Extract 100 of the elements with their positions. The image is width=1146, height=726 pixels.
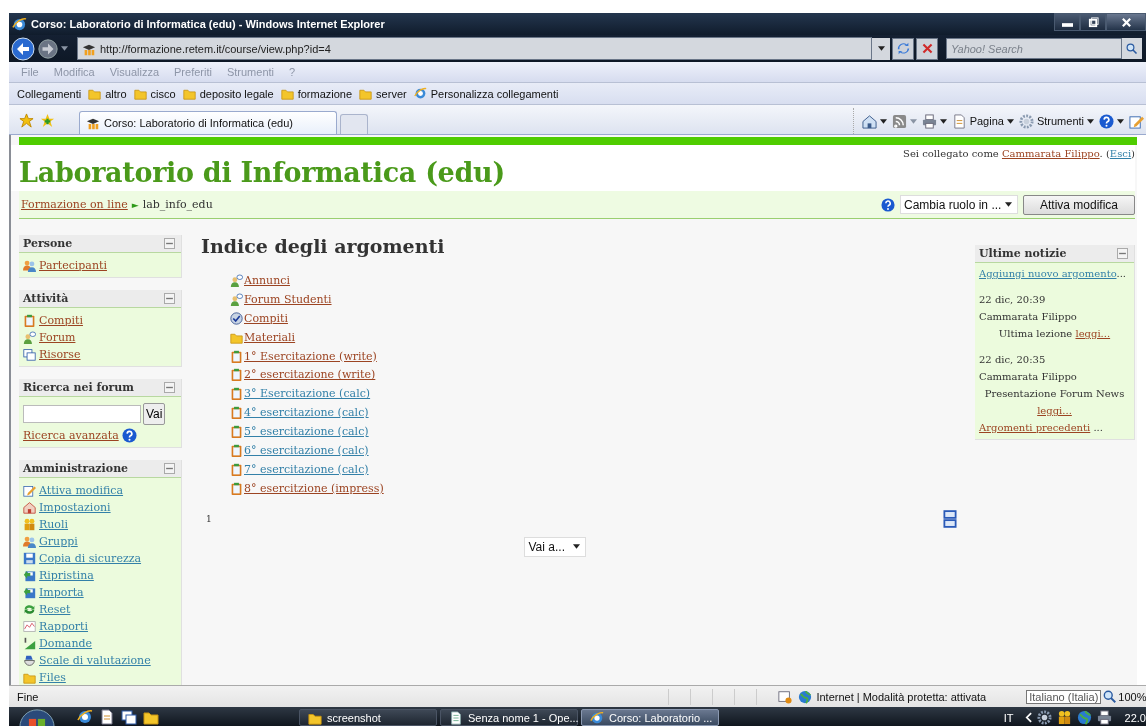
read-more-link[interactable]: leggi...: [1075, 328, 1111, 339]
older-topics-link[interactable]: Argomenti precedenti: [979, 422, 1091, 433]
sidebar-link[interactable]: Scale di valutazione: [39, 654, 151, 667]
toolbar-button[interactable]: Pagina: [951, 113, 1014, 129]
link-item[interactable]: formazione: [280, 87, 353, 100]
caret-icon: [61, 46, 68, 51]
activity-link[interactable]: 2° esercitazione (write): [244, 368, 376, 382]
security-zone[interactable]: Internet | Modalità protetta: attivata: [798, 689, 987, 704]
caret-icon: [909, 118, 917, 124]
sidebar-link[interactable]: Forum: [39, 331, 76, 344]
link-item[interactable]: Personalizza collegamenti: [413, 87, 559, 100]
collapse-button[interactable]: [164, 382, 175, 393]
e-globe-icon[interactable]: [77, 709, 93, 725]
search-input[interactable]: [23, 405, 141, 423]
sidebar-link[interactable]: Rapporti: [39, 620, 88, 633]
activity-link[interactable]: Forum Studenti: [244, 292, 332, 306]
block-title: Persone: [23, 237, 73, 250]
search-field[interactable]: Yahoo! Search: [946, 38, 1122, 59]
language-indicator[interactable]: IT: [1003, 711, 1014, 724]
address-dropdown[interactable]: [872, 37, 890, 60]
jump-dropdown[interactable]: Vai a...: [523, 536, 586, 557]
breadcrumb-link[interactable]: Formazione on line: [21, 198, 128, 211]
link-item[interactable]: cisco: [133, 87, 176, 100]
stop-button[interactable]: [916, 37, 938, 60]
sidebar-link[interactable]: Reset: [39, 603, 71, 616]
user-chat-icon: [230, 273, 243, 287]
course-title: Laboratorio di Informatica (edu): [19, 157, 505, 188]
edit-button[interactable]: Attiva modifica: [1023, 194, 1135, 215]
pages-icon[interactable]: [121, 709, 137, 725]
add-topic-link[interactable]: Aggiungi nuovo argomento: [979, 268, 1117, 279]
print-button[interactable]: [921, 113, 947, 129]
user-link[interactable]: Cammarata Filippo: [1001, 148, 1100, 159]
toolbar-button[interactable]: Strumenti: [1018, 113, 1094, 129]
activity-link[interactable]: 1° Esercitazione (write): [244, 349, 377, 363]
sidebar-link[interactable]: Ruoli: [39, 518, 69, 531]
activity-link[interactable]: 3° Esercitazione (calc): [244, 387, 371, 401]
star-plus-icon[interactable]: [40, 113, 55, 128]
sidebar-link[interactable]: Importa: [39, 586, 84, 599]
home-button[interactable]: [861, 113, 887, 129]
gear-icon[interactable]: [1036, 710, 1052, 725]
figures-icon[interactable]: [1056, 710, 1072, 725]
sidebar-link[interactable]: Attiva modifica: [39, 484, 124, 497]
section-number: 1: [206, 513, 212, 524]
clock[interactable]: 22.0: [1124, 711, 1146, 724]
page-icon[interactable]: [99, 709, 115, 725]
activity-link[interactable]: Annunci: [244, 273, 290, 287]
sidebar-link[interactable]: Gruppi: [39, 535, 78, 548]
sidebar-link[interactable]: Domande: [39, 637, 93, 650]
sidebar-link[interactable]: Partecipanti: [39, 259, 107, 272]
collapse-button[interactable]: [1117, 248, 1128, 259]
back-button[interactable]: [11, 36, 35, 61]
restore-button[interactable]: [1080, 13, 1106, 31]
magnifier-icon[interactable]: [1126, 42, 1138, 55]
sidebar-link[interactable]: Ripristina: [39, 569, 94, 582]
close-button[interactable]: [1106, 13, 1146, 31]
pencil-icon: [23, 484, 36, 497]
activity-link[interactable]: 4° esercitazione (calc): [244, 406, 369, 420]
links-label: Collegamenti: [17, 87, 82, 100]
sidebar-link[interactable]: Files: [39, 671, 66, 684]
collapse-button[interactable]: [164, 238, 175, 249]
activity-link[interactable]: 8° esercitzione (impress): [244, 481, 384, 495]
read-more-link[interactable]: leggi...: [1037, 405, 1072, 416]
activity-link[interactable]: 7° esercitazione (calc): [244, 462, 369, 476]
link-item[interactable]: server: [359, 87, 407, 100]
activity-link[interactable]: 5° esercitazione (calc): [244, 425, 369, 439]
sidebar-link[interactable]: Impostazioni: [39, 501, 111, 514]
taskbar-button[interactable]: screenshot: [299, 709, 437, 726]
address-field[interactable]: http://formazione.retem.it/course/view.php?id=4: [77, 37, 872, 60]
block-title: Attività: [23, 292, 69, 305]
sidebar-link[interactable]: Compiti: [39, 314, 83, 327]
minimize-button[interactable]: [1054, 13, 1080, 31]
folder-icon[interactable]: [143, 709, 159, 725]
link-item[interactable]: altro: [88, 87, 127, 100]
advanced-search-link[interactable]: Ricerca avanzata: [23, 429, 119, 442]
role-dropdown[interactable]: Cambia ruolo in ...: [900, 195, 1018, 214]
frames-icon[interactable]: [941, 509, 959, 528]
tab[interactable]: Corso: Laboratorio di Informatica (edu): [79, 111, 337, 134]
taskbar-button[interactable]: Senza nome 1 - Ope...: [440, 709, 578, 726]
activity-link[interactable]: Materiali: [244, 330, 296, 344]
activity-link[interactable]: 6° esercitazione (calc): [244, 443, 369, 457]
sidebar-link[interactable]: Copia di sicurezza: [39, 552, 142, 565]
star-icon[interactable]: [19, 113, 34, 128]
refresh-button[interactable]: [892, 37, 914, 60]
help-icon[interactable]: [121, 428, 137, 443]
page-warning-icon[interactable]: [778, 689, 793, 704]
collapse-button[interactable]: [164, 463, 175, 474]
help-icon[interactable]: [881, 197, 895, 212]
globe-icon[interactable]: [1076, 710, 1092, 725]
forward-button[interactable]: [37, 37, 59, 60]
taskbar-button[interactable]: Corso: Laboratorio ...: [581, 709, 719, 726]
printer-icon[interactable]: [1096, 710, 1112, 725]
pencil-icon[interactable]: [1129, 113, 1144, 129]
activity-link[interactable]: Compiti: [244, 311, 288, 325]
go-button[interactable]: Vai: [143, 403, 166, 425]
pages-icon: [23, 348, 36, 361]
sidebar-link[interactable]: Risorse: [39, 348, 81, 361]
zoom-button[interactable]: 100%: [1103, 689, 1146, 704]
collapse-button[interactable]: [164, 293, 175, 304]
link-item[interactable]: deposito legale: [182, 87, 274, 100]
help-button[interactable]: [1099, 113, 1124, 129]
